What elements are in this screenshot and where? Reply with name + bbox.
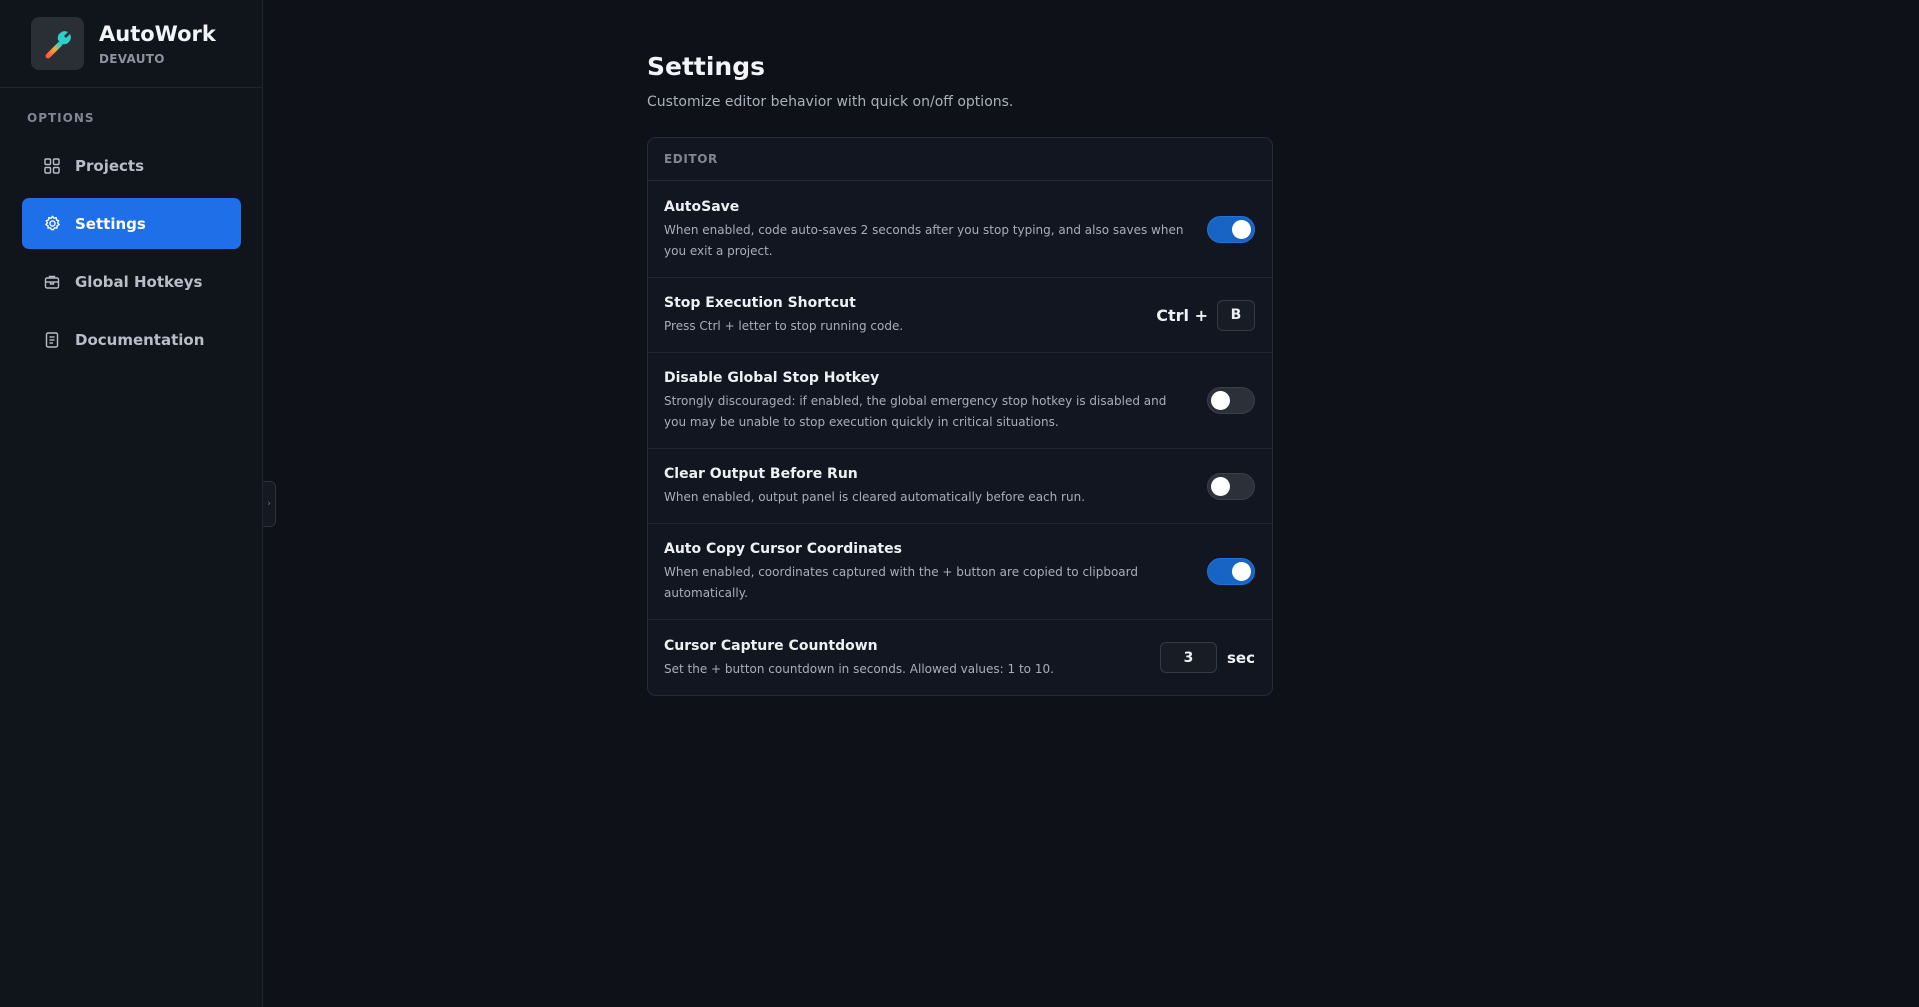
autosave-toggle[interactable] (1207, 215, 1255, 243)
app-subtitle: DEVAUTO (99, 51, 165, 66)
setting-row-disable-global-stop: Disable Global Stop Hotkey Strongly disc… (648, 353, 1272, 449)
page-title: Settings (647, 52, 766, 81)
document-icon (43, 331, 61, 349)
setting-description: Strongly discouraged: if enabled, the gl… (664, 394, 1167, 429)
setting-row-stop-shortcut: Stop Execution Shortcut Press Ctrl + let… (648, 278, 1272, 353)
setting-description: When enabled, output panel is cleared au… (664, 490, 1086, 504)
sidebar-section-label: OPTIONS (27, 111, 95, 125)
gear-icon (43, 215, 61, 233)
toggle-knob (1232, 219, 1251, 239)
setting-row-autosave: AutoSave When enabled, code auto-saves 2… (648, 181, 1272, 278)
setting-description: Set the + button countdown in seconds. A… (664, 661, 1054, 676)
page-subtitle: Customize editor behavior with quick on/… (647, 94, 1014, 110)
grid-icon (43, 157, 61, 175)
sidebar-collapse-handle[interactable]: › (263, 481, 276, 527)
setting-row-clear-output: Clear Output Before Run When enabled, ou… (648, 449, 1272, 524)
setting-description: Press Ctrl + letter to stop running code… (664, 319, 904, 333)
app-root: AutoWork DEVAUTO OPTIONS Projects Settin… (0, 0, 1919, 1007)
disable-global-stop-toggle[interactable] (1207, 387, 1255, 414)
editor-settings-card: EDITOR AutoSave When enabled, code auto-… (647, 137, 1273, 696)
sidebar-item-label: Projects (75, 156, 145, 175)
sidebar-nav: Projects Settings Global Hotkeys Documen… (22, 140, 241, 372)
toggle-knob (1232, 562, 1251, 581)
chevron-right-icon: › (267, 499, 271, 509)
brand-header: AutoWork DEVAUTO (0, 0, 262, 88)
toggle-knob (1211, 476, 1230, 496)
setting-title: Clear Output Before Run (664, 466, 858, 482)
briefcase-icon (43, 273, 61, 291)
clear-output-toggle[interactable] (1207, 472, 1255, 500)
setting-description: When enabled, coordinates captured with … (664, 565, 1138, 600)
setting-title: AutoSave (664, 198, 740, 215)
countdown-unit: sec (1227, 648, 1255, 667)
wrench-icon (31, 17, 84, 70)
main-content: Settings Customize editor behavior with … (647, 50, 1273, 696)
sidebar: AutoWork DEVAUTO OPTIONS Projects Settin… (0, 0, 263, 1007)
setting-row-auto-copy-coords: Auto Copy Cursor Coordinates When enable… (648, 524, 1272, 620)
sidebar-item-label: Documentation (75, 330, 205, 349)
setting-row-capture-countdown: Cursor Capture Countdown Set the + butto… (648, 620, 1272, 695)
sidebar-item-label: Settings (75, 214, 146, 233)
setting-title: Cursor Capture Countdown (664, 637, 878, 654)
sidebar-item-label: Global Hotkeys (75, 272, 203, 291)
card-section-header: EDITOR (648, 138, 1272, 181)
setting-title: Stop Execution Shortcut (664, 295, 856, 311)
countdown-input[interactable]: 3 (1160, 642, 1217, 673)
toggle-knob (1211, 391, 1230, 410)
auto-copy-coords-toggle[interactable] (1207, 558, 1255, 585)
app-title: AutoWork (99, 21, 216, 46)
stop-shortcut-control: Ctrl + B (1156, 299, 1255, 331)
shortcut-key-input[interactable]: B (1217, 299, 1255, 331)
shortcut-prefix: Ctrl + (1156, 305, 1208, 325)
setting-title: Disable Global Stop Hotkey (664, 370, 880, 386)
countdown-control: 3 sec (1160, 642, 1255, 673)
setting-description: When enabled, code auto-saves 2 seconds … (664, 222, 1184, 258)
sidebar-item-global-hotkeys[interactable]: Global Hotkeys (22, 256, 241, 307)
sidebar-item-settings[interactable]: Settings (22, 198, 241, 249)
setting-title: Auto Copy Cursor Coordinates (664, 541, 902, 557)
sidebar-item-documentation[interactable]: Documentation (22, 314, 241, 365)
sidebar-item-projects[interactable]: Projects (22, 140, 241, 191)
